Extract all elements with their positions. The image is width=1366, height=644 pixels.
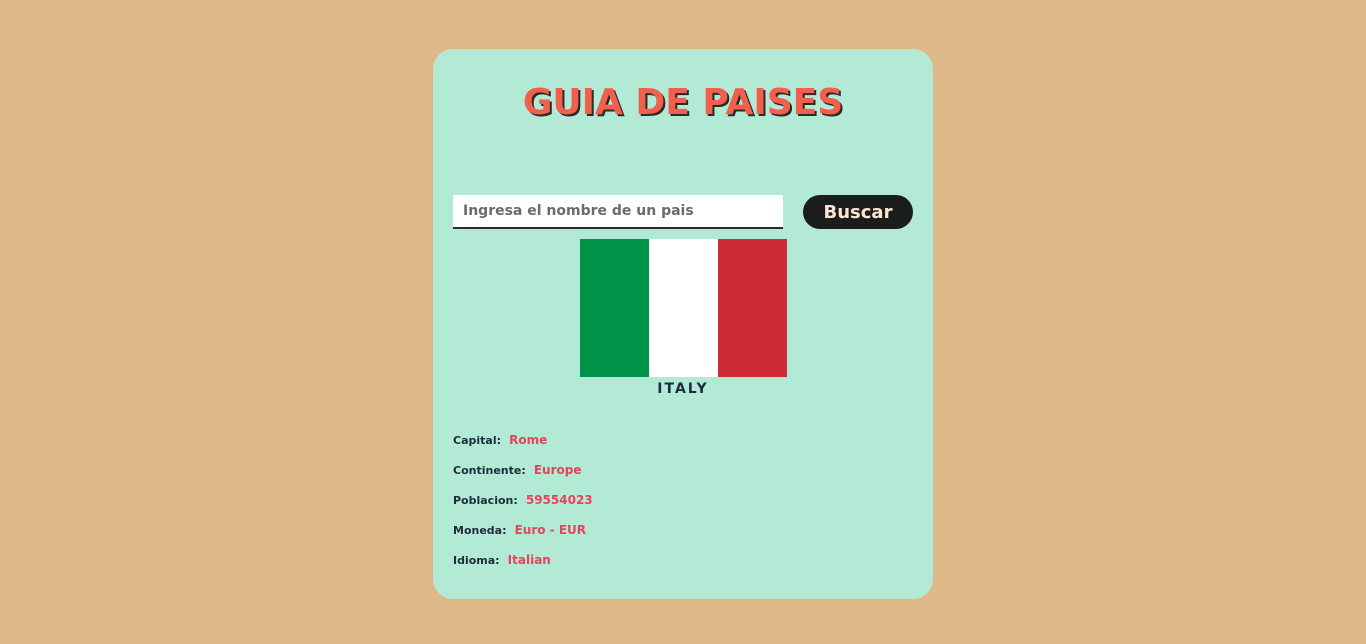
flag-stripe-red [718,239,787,377]
detail-row-capital: Capital: Rome [453,429,913,459]
page-title: GUIA DE PAISES [522,82,844,123]
detail-row-currency: Moneda: Euro - EUR [453,519,913,549]
detail-label: Continente: [453,464,526,477]
detail-value: Europe [533,463,582,477]
detail-label: Moneda: [453,524,507,537]
flag-stripe-white [649,239,718,377]
country-search-input[interactable] [453,195,783,229]
detail-row-language: Idioma: Italian [453,549,913,579]
country-details: Capital: Rome Continente: Europe Poblaci… [453,429,913,579]
detail-label: Poblacion: [453,494,518,507]
flag-stripe-green [580,239,649,377]
country-guide-card: GUIA DE PAISES Buscar ITALY Capital: Rom… [433,49,933,599]
detail-value: Rome [509,433,548,447]
detail-row-continent: Continente: Europe [453,459,913,489]
detail-value: Italian [507,553,551,567]
detail-row-population: Poblacion: 59554023 [453,489,913,519]
detail-label: Capital: [453,434,501,447]
detail-value: Euro - EUR [514,523,587,537]
search-button[interactable]: Buscar [803,195,913,229]
country-name: ITALY [657,381,709,397]
detail-value: 59554023 [525,493,593,507]
country-flag [580,239,787,377]
detail-label: Idioma: [453,554,500,567]
